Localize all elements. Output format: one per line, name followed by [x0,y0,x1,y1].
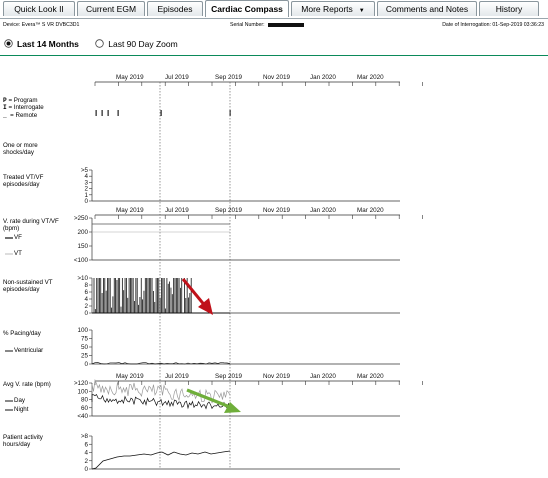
cardiac-compass-plot: May 2019 Jul 2019 Sep 2019 Nov 2019 Jan 2020… [5,74,423,473]
pacing-y-tick-label: 100 [77,327,88,334]
avg-rate-y-tick-label: 80 [81,397,89,404]
month-axis-label: Nov 2019 [263,207,290,214]
avg-rate-y-tick-label: <40 [77,413,88,420]
avg-rate-y-tick-label: 60 [81,405,89,412]
month-axis-label: Nov 2019 [263,373,290,380]
interrogation-marker: I [101,109,103,118]
pacing-y-tick-label: 25 [81,353,89,360]
avg-rate-y-tick-label: >120 [74,380,89,387]
vrate-y-tick-label: 150 [77,243,88,250]
month-axis-label: May 2019 [116,74,144,81]
month-axis-label: May 2019 [116,207,144,214]
interrogation-marker: I [160,109,162,118]
month-axis-label: May 2019 [116,373,144,380]
interrogation-marker: I [107,109,109,118]
activity-y-tick-label: 4 [84,450,88,457]
month-axis-label: Mar 2020 [357,373,384,380]
nsvt-y-tick-label: >10 [77,275,88,282]
interrogation-marker: I [117,109,119,118]
activity-series-line [91,450,231,470]
nsvt-y-tick-label: 6 [84,289,88,296]
month-axis-label: Sep 2019 [215,74,242,81]
nsvt-y-tick-label: 4 [84,296,88,303]
nsvt-y-tick-label: 0 [84,310,88,317]
red-arrow-shaft [181,278,208,308]
month-axis-label: Jul 2019 [165,207,189,214]
month-axis-label: Nov 2019 [263,74,290,81]
month-axis-label: Jul 2019 [165,373,189,380]
vrate-y-tick-label: 200 [77,229,88,236]
vrate-y-tick-label: >250 [74,215,89,222]
month-axis-label: Sep 2019 [215,373,242,380]
month-axis-label: Jan 2020 [310,207,336,214]
activity-y-tick-label: 6 [84,441,88,448]
avg-rate-y-tick-label: 100 [77,388,88,395]
pacing-y-tick-label: 0 [84,361,88,368]
activity-y-tick-label: 0 [84,466,88,473]
pacing-y-tick-label: 50 [81,344,89,351]
nsvt-y-tick-label: 2 [84,303,88,310]
activity-y-tick-label: 2 [84,458,88,465]
treated-vt-vf-y-tick-label: 0 [84,198,88,205]
month-axis-label: Jan 2020 [310,373,336,380]
interrogation-marker: I [95,109,97,118]
month-axis-label: Jul 2019 [165,74,189,81]
vrate-y-tick-label: <100 [74,257,89,264]
pacing-y-tick-label: 75 [81,336,89,343]
month-axis-label: Sep 2019 [215,207,242,214]
activity-y-tick-label: >8 [81,433,89,440]
month-axis-label: Jan 2020 [310,74,336,81]
month-axis-label: Mar 2020 [357,74,384,81]
nsvt-y-tick-label: 8 [84,282,88,289]
month-axis-label: Mar 2020 [357,207,384,214]
night-rate-series-line [91,393,231,410]
